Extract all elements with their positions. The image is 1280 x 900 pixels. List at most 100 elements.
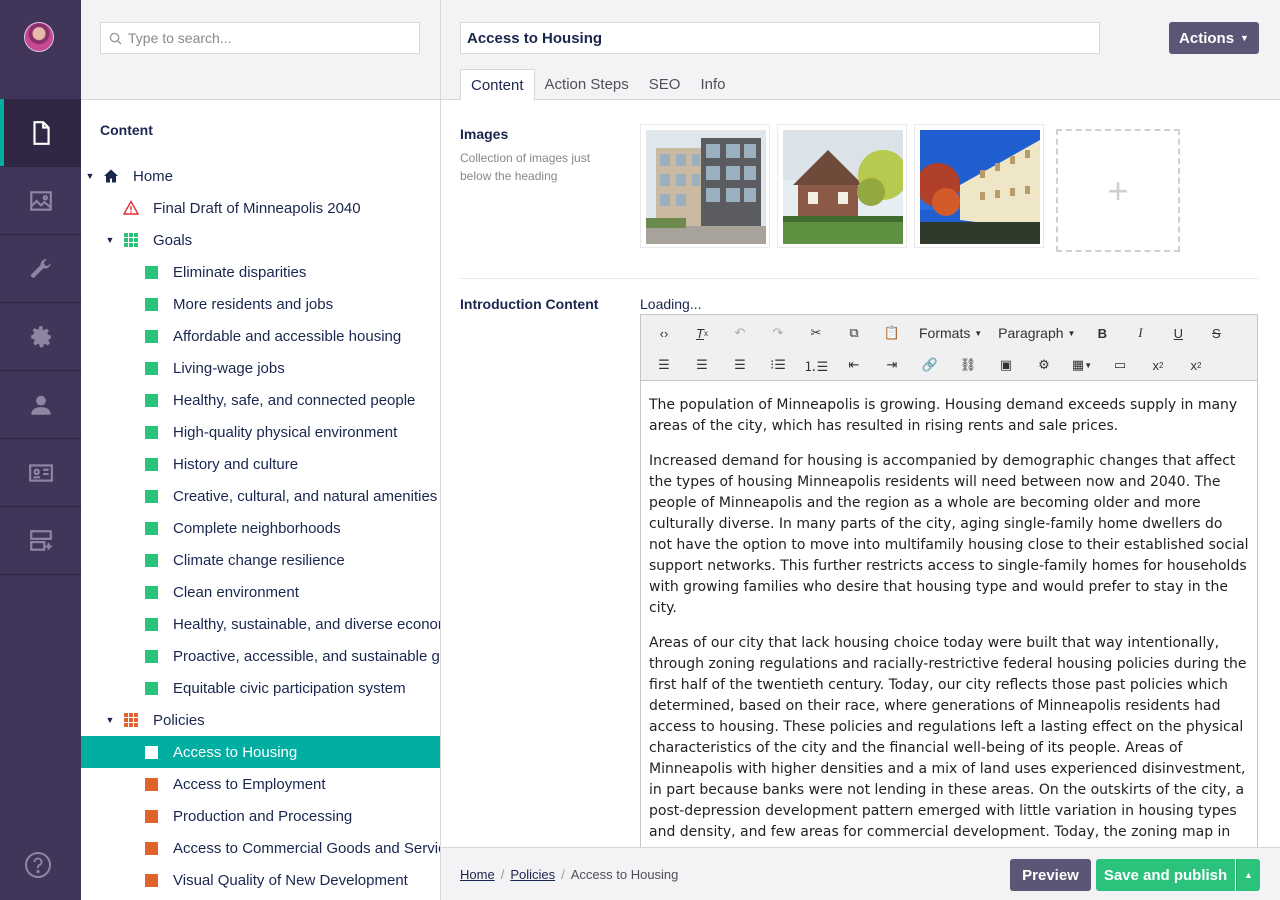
tree-search-box[interactable] [100, 22, 420, 54]
indent-icon[interactable]: ⇥ [873, 350, 911, 380]
caret-down-icon[interactable]: ▼ [105, 235, 115, 245]
breadcrumb-current: Access to Housing [570, 867, 679, 882]
image-thumbnail[interactable] [640, 124, 770, 248]
tree-item[interactable]: History and culture [81, 448, 440, 480]
section-members[interactable] [0, 439, 81, 507]
tab-info[interactable]: Info [690, 69, 735, 100]
align-left-icon[interactable]: ☰ [645, 350, 683, 380]
tree-item[interactable]: Access to Commercial Goods and Service [81, 832, 440, 864]
tree-item[interactable]: Clean environment [81, 576, 440, 608]
house-image [783, 130, 908, 244]
unlink-icon[interactable]: ⛓ [949, 350, 987, 380]
tree-item[interactable]: Living-wage jobs [81, 352, 440, 384]
save-and-publish-button[interactable]: Save and publish [1096, 859, 1235, 891]
tree-item[interactable]: Proactive, accessible, and sustainable g… [81, 640, 440, 672]
document-type-icon [143, 360, 159, 376]
document-type-icon [143, 488, 159, 504]
caret-down-icon[interactable]: ▼ [105, 715, 115, 725]
align-center-icon[interactable]: ☰ [683, 350, 721, 380]
tree-item[interactable]: Visual Quality of New Development [81, 864, 440, 896]
cut-icon[interactable]: ✂ [797, 318, 835, 348]
node-name-input[interactable] [460, 22, 1100, 54]
preview-button[interactable]: Preview [1010, 859, 1091, 891]
redo-icon[interactable]: ↷ [759, 318, 797, 348]
tree-item[interactable]: ▼ Policies [81, 704, 440, 736]
undo-icon[interactable]: ↶ [721, 318, 759, 348]
image-thumbnail[interactable] [914, 124, 1044, 248]
section-media[interactable] [0, 167, 81, 235]
tree-item[interactable]: More residents and jobs [81, 288, 440, 320]
clear-format-icon[interactable]: Tx [683, 318, 721, 348]
macro-icon[interactable]: ⚙ [1025, 350, 1063, 380]
tree-item[interactable]: ▼ Home [81, 160, 440, 192]
breadcrumb-policies[interactable]: Policies [510, 867, 555, 882]
bullet-list-icon[interactable]: ⁝☰ [759, 350, 797, 380]
document-type-icon [143, 296, 159, 312]
link-icon[interactable]: 🔗 [911, 350, 949, 380]
section-developer[interactable] [0, 303, 81, 371]
image-thumbnail[interactable] [777, 124, 908, 248]
tab-content[interactable]: Content [460, 69, 535, 101]
tree-item[interactable]: High-quality physical environment [81, 416, 440, 448]
breadcrumb-home[interactable]: Home [460, 867, 495, 882]
copy-icon[interactable]: ⧉ [835, 318, 873, 348]
superscript-icon[interactable]: x2 [1177, 350, 1215, 380]
tree-item[interactable]: Equitable civic participation system [81, 672, 440, 704]
paragraph-dropdown[interactable]: Paragraph ▼ [990, 318, 1083, 348]
caret-down-icon: ▼ [1067, 328, 1076, 338]
tree-item[interactable]: ▼ Goals [81, 224, 440, 256]
section-settings[interactable] [0, 235, 81, 303]
document-type-icon [143, 552, 159, 568]
caret-down-icon[interactable]: ▼ [85, 171, 95, 181]
warning-icon [123, 200, 139, 216]
tree-item[interactable]: Access to Housing [81, 736, 440, 768]
help-icon[interactable] [24, 851, 52, 879]
tab-seo[interactable]: SEO [639, 69, 691, 100]
tree-item[interactable]: Affordable and accessible housing [81, 320, 440, 352]
tree-item[interactable]: Access to Employment [81, 768, 440, 800]
apartment-building-image [646, 130, 766, 244]
insert-image-icon[interactable]: ▣ [987, 350, 1025, 380]
formats-dropdown[interactable]: Formats ▼ [911, 318, 990, 348]
table-icon[interactable]: ▦ ▼ [1063, 350, 1101, 380]
source-code-icon[interactable]: ‹› [645, 318, 683, 348]
image-icon [29, 190, 52, 211]
embed-icon[interactable]: ▭ [1101, 350, 1139, 380]
paste-icon[interactable]: 📋 [873, 318, 911, 348]
search-icon [109, 32, 122, 45]
section-users[interactable] [0, 371, 81, 439]
tree-item[interactable]: Creative, cultural, and natural amenitie… [81, 480, 440, 512]
italic-icon[interactable]: I [1121, 318, 1159, 348]
actions-button[interactable]: Actions ▼ [1169, 22, 1259, 54]
tree-item[interactable]: Complete neighborhoods [81, 512, 440, 544]
tree-item-label: Home [133, 167, 174, 185]
tree-item[interactable]: Final Draft of Minneapolis 2040 [81, 192, 440, 224]
property-divider [460, 278, 1258, 279]
tree-item[interactable]: Climate change resilience [81, 544, 440, 576]
document-type-icon [143, 264, 159, 280]
section-content[interactable] [0, 99, 81, 167]
tab-action-steps[interactable]: Action Steps [535, 69, 639, 100]
tree-search-input[interactable] [128, 30, 398, 46]
id-card-icon [28, 463, 53, 482]
tree-item[interactable]: Healthy, sustainable, and diverse econom [81, 608, 440, 640]
user-avatar[interactable] [24, 22, 54, 52]
rte-content[interactable]: The population of Minneapolis is growing… [641, 381, 1257, 865]
tree-item[interactable]: Production and Processing [81, 800, 440, 832]
underline-icon[interactable]: U [1159, 318, 1197, 348]
strikethrough-icon[interactable]: S [1197, 318, 1235, 348]
outdent-icon[interactable]: ⇤ [835, 350, 873, 380]
publish-options-button[interactable]: ▲ [1236, 859, 1260, 891]
tree-item-label: Climate change resilience [173, 551, 345, 569]
subscript-icon[interactable]: x2 [1139, 350, 1177, 380]
tree-item[interactable]: Eliminate disparities [81, 256, 440, 288]
bold-icon[interactable]: B [1083, 318, 1121, 348]
numbered-list-icon[interactable]: ⒈☰ [797, 350, 835, 380]
add-image-button[interactable]: + [1056, 129, 1180, 252]
align-right-icon[interactable]: ☰ [721, 350, 759, 380]
tree-item-label: High-quality physical environment [173, 423, 398, 441]
tree-item-label: Creative, cultural, and natural amenitie… [173, 487, 438, 505]
section-forms[interactable] [0, 507, 81, 575]
tree-item-label: Healthy, safe, and connected people [173, 391, 416, 409]
tree-item[interactable]: Healthy, safe, and connected people [81, 384, 440, 416]
